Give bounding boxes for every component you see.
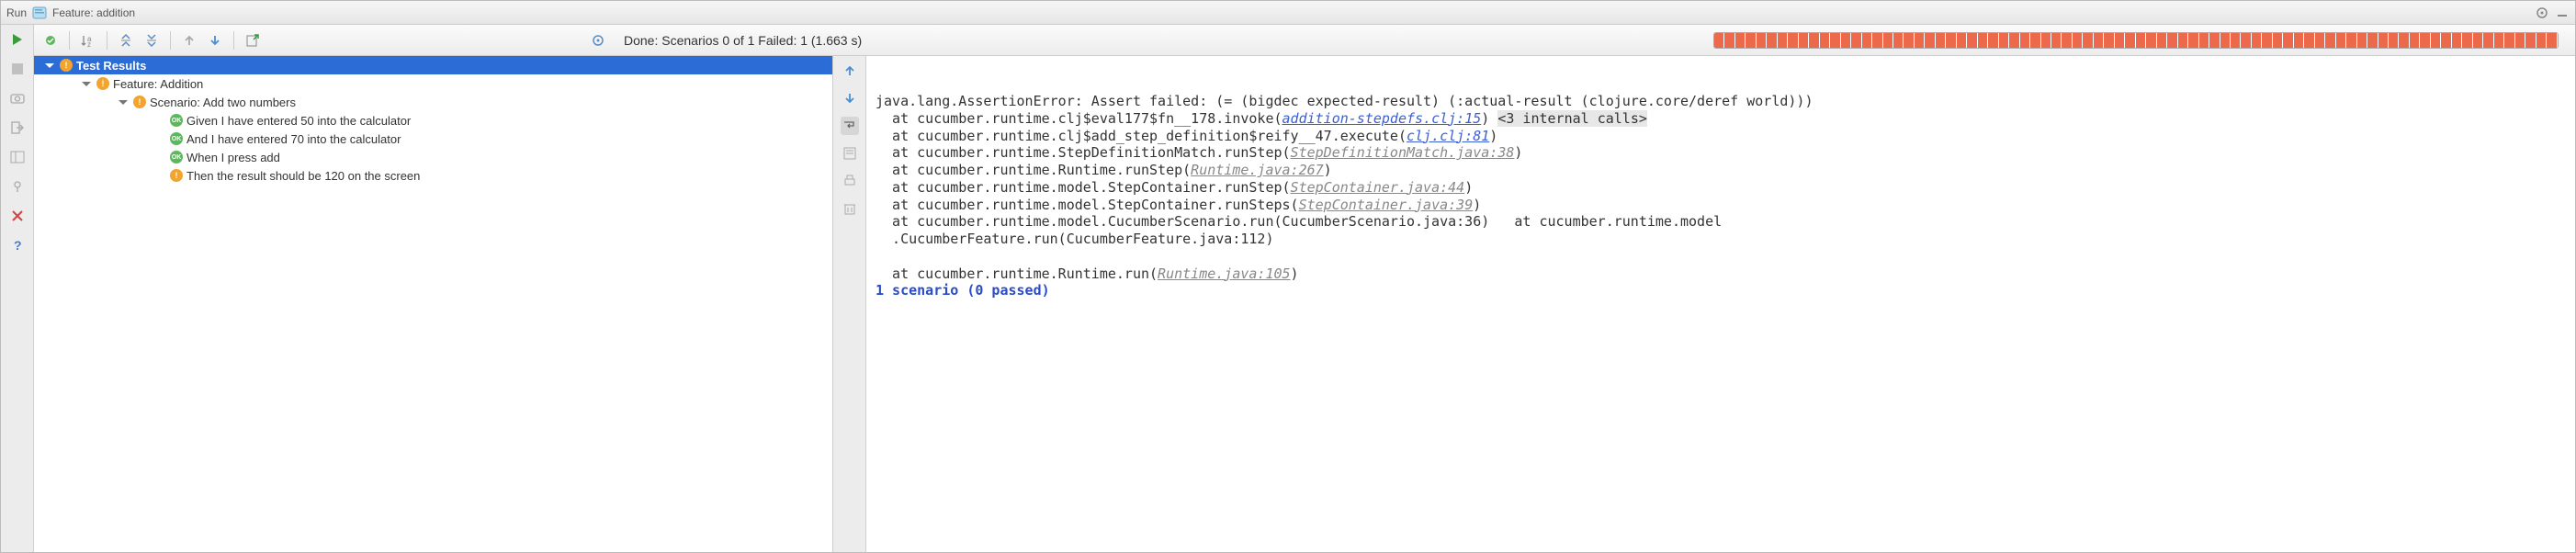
tree-root-row[interactable]: ! Test Results	[34, 56, 832, 74]
tree-root-label: Test Results	[76, 59, 146, 73]
gear-icon[interactable]	[2535, 6, 2549, 20]
file-link[interactable]: Runtime.java:105	[1158, 265, 1291, 282]
status-warn-icon: !	[60, 59, 73, 72]
run-tool-window-titlebar: Run Feature: addition	[1, 1, 2575, 25]
expand-all-icon[interactable]	[117, 31, 135, 50]
tree-step-label: When I press add	[186, 151, 280, 164]
internal-calls: <3 internal calls>	[1497, 110, 1647, 127]
status-ok-icon: OK	[170, 114, 183, 127]
console-line: .CucumberFeature.run(CucumberFeature.jav…	[876, 231, 2566, 248]
status-warn-icon: !	[133, 96, 146, 108]
file-link[interactable]: addition-stepdefs.clj:15	[1282, 110, 1482, 127]
run-label: Run	[6, 6, 27, 19]
status-ok-icon: OK	[170, 132, 183, 145]
console-summary: 1 scenario (0 passed)	[876, 282, 2566, 299]
test-toolbar: az Done: Scenarios 0 of 1 Failed: 1 (1.6…	[34, 25, 2575, 56]
status-warn-icon: !	[170, 169, 183, 182]
chevron-down-icon[interactable]	[119, 100, 128, 105]
tree-step-row[interactable]: OK When I press add	[34, 148, 832, 166]
camera-icon[interactable]	[8, 89, 27, 107]
console-line: at cucumber.runtime.Runtime.runStep(Runt…	[876, 162, 2566, 179]
console-output[interactable]: java.lang.AssertionError: Assert failed:…	[866, 56, 2575, 552]
next-failed-icon[interactable]	[206, 31, 224, 50]
test-tree[interactable]: ! Test Results ! Feature: Addition ! Sce…	[34, 56, 833, 552]
scroll-down-icon[interactable]	[841, 89, 859, 107]
console-line: at cucumber.runtime.clj$add_step_definit…	[876, 128, 2566, 145]
tree-step-row[interactable]: OK Given I have entered 50 into the calc…	[34, 111, 832, 130]
close-icon[interactable]	[8, 207, 27, 225]
file-link[interactable]: StepDefinitionMatch.java:38	[1291, 144, 1515, 161]
svg-text:?: ?	[14, 239, 22, 252]
svg-text:z: z	[87, 40, 91, 48]
console-line: java.lang.AssertionError: Assert failed:…	[876, 93, 2566, 110]
stop-icon[interactable]	[8, 60, 27, 78]
sort-alpha-icon[interactable]: az	[79, 31, 97, 50]
file-link[interactable]: StepContainer.java:39	[1299, 197, 1474, 213]
tree-scenario-row[interactable]: ! Scenario: Add two numbers	[34, 93, 832, 111]
layout-icon[interactable]	[8, 148, 27, 166]
chevron-down-icon[interactable]	[82, 82, 91, 86]
tree-step-label: Given I have entered 50 into the calcula…	[186, 114, 411, 128]
test-progress-bar	[1713, 32, 2559, 49]
export-results-icon[interactable]	[243, 31, 262, 50]
scroll-up-icon[interactable]	[841, 62, 859, 80]
feature-title: Feature: addition	[52, 6, 135, 19]
clear-icon[interactable]	[841, 199, 859, 218]
file-link[interactable]: StepContainer.java:44	[1291, 179, 1465, 196]
run-left-gutter: ?	[1, 25, 34, 552]
file-link[interactable]: clj.clj:81	[1407, 128, 1489, 144]
minimize-icon[interactable]	[2555, 6, 2570, 20]
feature-icon	[32, 6, 47, 20]
console-gutter	[833, 56, 866, 552]
gear-toolbar-icon[interactable]	[589, 31, 607, 50]
filter-ok-icon[interactable]	[41, 31, 60, 50]
print-icon[interactable]	[841, 172, 859, 190]
prev-failed-icon[interactable]	[180, 31, 198, 50]
console-line: at cucumber.runtime.model.StepContainer.…	[876, 197, 2566, 214]
console-line: at cucumber.runtime.Runtime.run(Runtime.…	[876, 265, 2566, 283]
console-line: at cucumber.runtime.model.StepContainer.…	[876, 179, 2566, 197]
chevron-down-icon[interactable]	[45, 63, 54, 68]
console-line	[876, 248, 2566, 265]
soft-wrap-icon[interactable]	[841, 117, 859, 135]
console-line: at cucumber.runtime.clj$eval177$fn__178.…	[876, 110, 2566, 128]
rerun-icon[interactable]	[8, 30, 27, 49]
collapse-all-icon[interactable]	[142, 31, 161, 50]
status-ok-icon: OK	[170, 151, 183, 164]
scroll-to-end-icon[interactable]	[841, 144, 859, 163]
tree-step-row[interactable]: ! Then the result should be 120 on the s…	[34, 166, 832, 185]
tree-scenario-label: Scenario: Add two numbers	[150, 96, 296, 109]
tree-feature-label: Feature: Addition	[113, 77, 203, 91]
file-link[interactable]: Runtime.java:267	[1191, 162, 1324, 178]
tree-feature-row[interactable]: ! Feature: Addition	[34, 74, 832, 93]
test-summary: Done: Scenarios 0 of 1 Failed: 1 (1.663 …	[624, 33, 862, 48]
help-icon[interactable]: ?	[8, 236, 27, 254]
tree-step-label: Then the result should be 120 on the scr…	[186, 169, 420, 183]
status-warn-icon: !	[96, 77, 109, 90]
pin-icon[interactable]	[8, 177, 27, 196]
exit-icon[interactable]	[8, 118, 27, 137]
console-line: at cucumber.runtime.model.CucumberScenar…	[876, 213, 2566, 231]
tree-step-label: And I have entered 70 into the calculato…	[186, 132, 401, 146]
console-line: at cucumber.runtime.StepDefinitionMatch.…	[876, 144, 2566, 162]
tree-step-row[interactable]: OK And I have entered 70 into the calcul…	[34, 130, 832, 148]
